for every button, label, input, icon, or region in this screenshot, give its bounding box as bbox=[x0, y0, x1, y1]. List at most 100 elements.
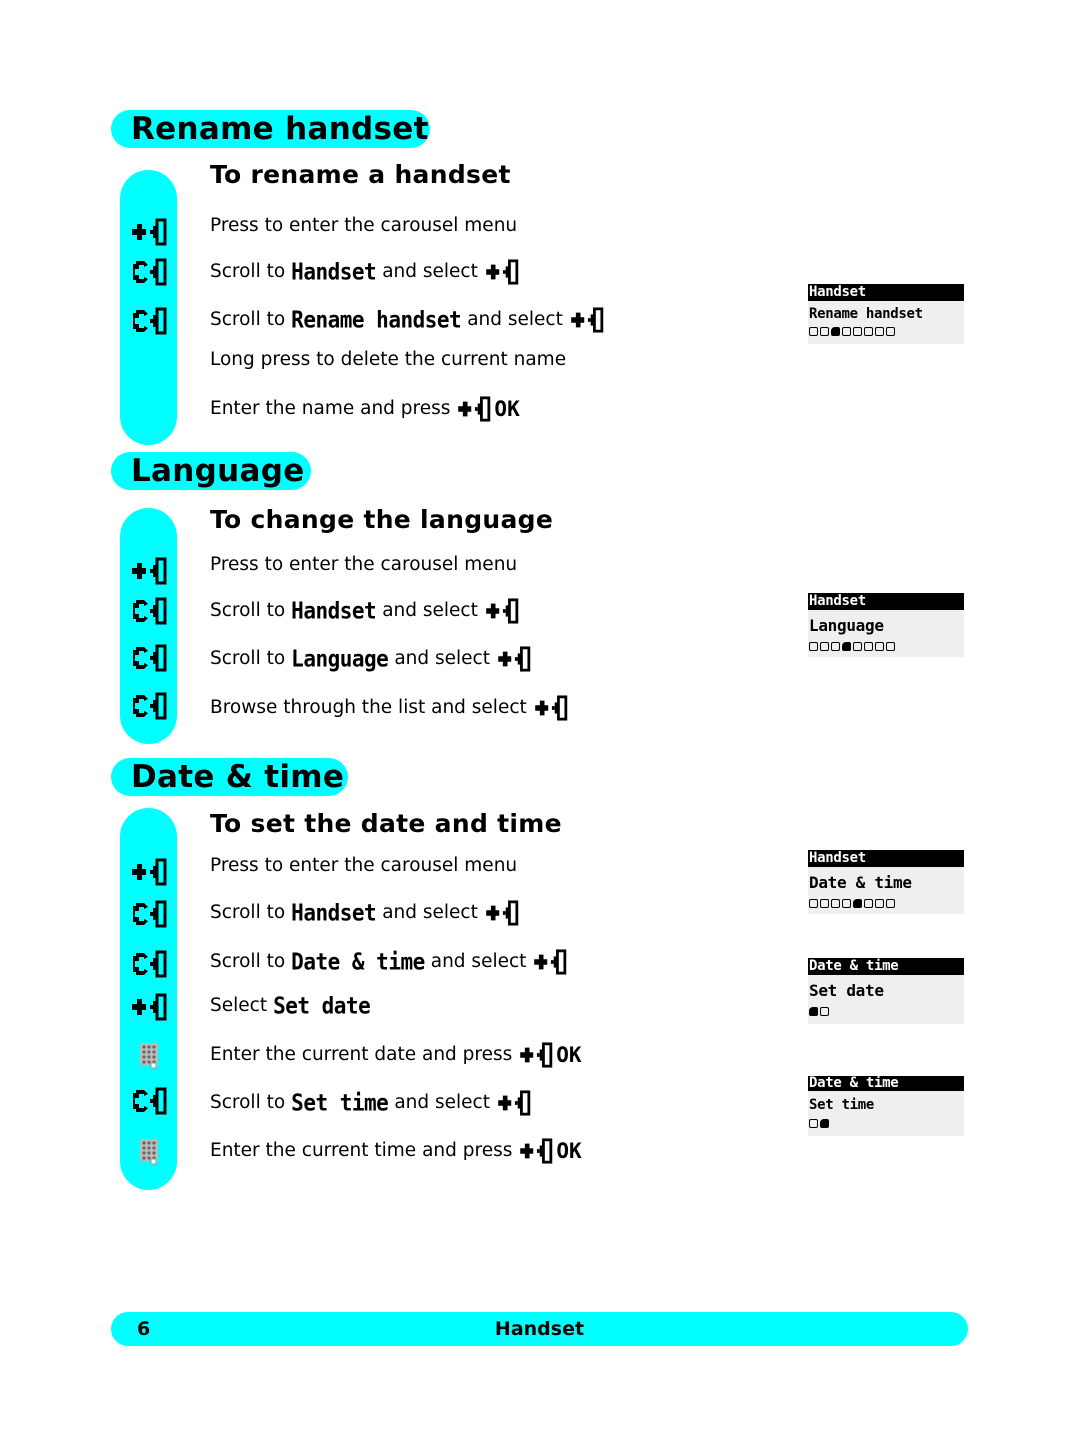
step-text: and select bbox=[382, 600, 478, 621]
scroll-key-icon bbox=[130, 692, 168, 720]
position-dot bbox=[864, 642, 873, 651]
position-dot bbox=[853, 327, 862, 336]
step-text: Press to enter the carousel menu bbox=[210, 215, 518, 236]
step-text: Scroll to bbox=[210, 261, 286, 282]
menu-item-name: Date & time bbox=[291, 948, 425, 976]
section-header-language: Language bbox=[111, 452, 311, 490]
step-text: Enter the current date and press bbox=[210, 1044, 513, 1065]
position-dot bbox=[809, 642, 818, 651]
lcd-position-dots bbox=[808, 1119, 964, 1136]
select-key-icon bbox=[532, 949, 568, 975]
ok-key-label: OK bbox=[494, 397, 520, 421]
step-text: and select bbox=[382, 261, 478, 282]
keypad-icon bbox=[130, 1041, 168, 1069]
select-key-icon bbox=[130, 557, 168, 585]
position-dot bbox=[864, 899, 873, 908]
select-key-icon bbox=[569, 307, 605, 333]
lcd-display: Date & time Set date bbox=[808, 958, 964, 1024]
position-dot-active bbox=[831, 327, 840, 336]
position-dot bbox=[809, 327, 818, 336]
section-header-date-time: Date & time bbox=[111, 758, 348, 796]
select-key-icon bbox=[456, 396, 492, 422]
step: Browse through the list and select bbox=[210, 695, 569, 721]
select-key-icon bbox=[130, 858, 168, 886]
lcd-title: Handset bbox=[808, 284, 964, 301]
step-text: Long press to delete the current name bbox=[210, 349, 567, 370]
position-dot bbox=[820, 327, 829, 336]
step: Select Set date bbox=[210, 992, 371, 1020]
scroll-key-icon bbox=[130, 597, 168, 625]
select-key-icon bbox=[518, 1138, 554, 1164]
lcd-item: Language bbox=[809, 616, 884, 635]
step-text: Press to enter the carousel menu bbox=[210, 554, 518, 575]
page-footer: 6 Handset bbox=[111, 1312, 968, 1346]
menu-item-name: Language bbox=[291, 645, 389, 673]
lcd-item: Date & time bbox=[809, 873, 912, 892]
step: Press to enter the carousel menu bbox=[210, 553, 517, 577]
ok-key-label: OK bbox=[556, 1139, 582, 1163]
position-dot bbox=[842, 327, 851, 336]
position-dot bbox=[831, 899, 840, 908]
step: Scroll to Rename handset and select bbox=[210, 307, 605, 333]
select-key-icon bbox=[533, 695, 569, 721]
select-key-icon bbox=[484, 900, 520, 926]
select-key-icon bbox=[518, 1042, 554, 1068]
step-text: and select bbox=[382, 902, 478, 923]
select-key-icon bbox=[130, 993, 168, 1021]
position-dot bbox=[820, 899, 829, 908]
subheading: To rename a handset bbox=[210, 160, 511, 189]
position-dot-active bbox=[820, 1119, 829, 1128]
step: Enter the current time and press OK bbox=[210, 1138, 582, 1164]
step-text: and select bbox=[394, 648, 490, 669]
lcd-display: Handset Language bbox=[808, 593, 964, 657]
position-dot bbox=[875, 327, 884, 336]
position-dot bbox=[886, 899, 895, 908]
lcd-title: Date & time bbox=[808, 958, 964, 975]
step: Enter the name and press OK bbox=[210, 396, 520, 422]
step-text: and select bbox=[467, 309, 563, 330]
step-text: Scroll to bbox=[210, 951, 286, 972]
lcd-title: Handset bbox=[808, 593, 964, 610]
menu-item-name: Handset bbox=[291, 597, 377, 625]
scroll-key-icon bbox=[130, 950, 168, 978]
position-dot bbox=[875, 899, 884, 908]
position-dot bbox=[809, 1119, 818, 1128]
step: Enter the current date and press OK bbox=[210, 1042, 582, 1068]
step-text: Press to enter the carousel menu bbox=[210, 855, 518, 876]
subheading: To change the language bbox=[210, 505, 554, 534]
keypad-icon bbox=[130, 1137, 168, 1165]
position-dot bbox=[842, 899, 851, 908]
position-dot bbox=[820, 642, 829, 651]
step-text: and select bbox=[394, 1092, 490, 1113]
lcd-position-dots bbox=[808, 899, 964, 914]
position-dot bbox=[853, 642, 862, 651]
lcd-item: Set date bbox=[809, 981, 884, 1000]
menu-item-name: Set time bbox=[291, 1089, 389, 1117]
position-dot-active bbox=[809, 1007, 818, 1016]
step-text: Enter the current time and press bbox=[210, 1140, 513, 1161]
step: Scroll to Language and select bbox=[210, 646, 532, 672]
lcd-title: Date & time bbox=[808, 1076, 964, 1091]
scroll-key-icon bbox=[130, 1087, 168, 1115]
menu-item-name: Rename handset bbox=[291, 306, 462, 334]
footer-title: Handset bbox=[494, 1318, 585, 1340]
subheading: To set the date and time bbox=[210, 809, 562, 838]
step: Scroll to Date & time and select bbox=[210, 949, 568, 975]
step: Scroll to Set time and select bbox=[210, 1090, 532, 1116]
lcd-display: Handset Date & time bbox=[808, 850, 964, 914]
step-text: Browse through the list and select bbox=[210, 697, 527, 718]
position-dot-active bbox=[842, 642, 851, 651]
lcd-item: Rename handset bbox=[809, 306, 923, 322]
select-key-icon bbox=[496, 646, 532, 672]
ok-key-label: OK bbox=[556, 1043, 582, 1067]
menu-item-name: Set date bbox=[273, 992, 371, 1020]
lcd-item: Set time bbox=[809, 1097, 875, 1113]
step: Scroll to Handset and select bbox=[210, 259, 520, 285]
select-key-icon bbox=[130, 218, 168, 246]
step: Scroll to Handset and select bbox=[210, 598, 520, 624]
lcd-title: Handset bbox=[808, 850, 964, 867]
step-text: Scroll to bbox=[210, 309, 286, 330]
position-dot bbox=[820, 1007, 829, 1016]
position-dot bbox=[831, 642, 840, 651]
lcd-position-dots bbox=[808, 642, 964, 657]
